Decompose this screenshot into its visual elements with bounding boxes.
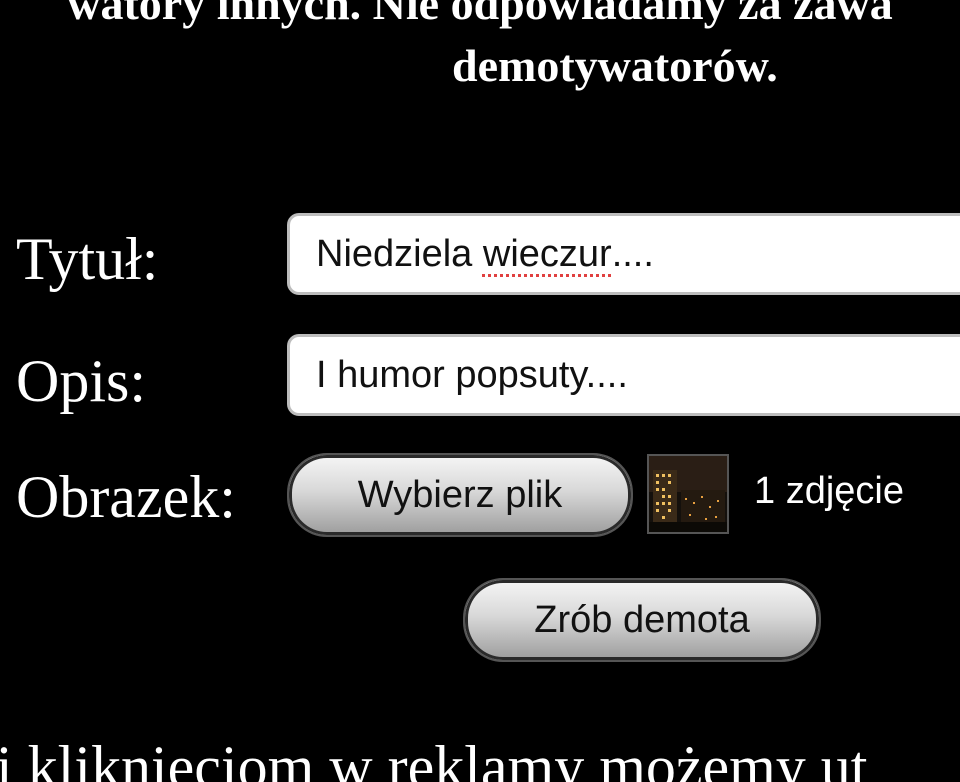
selected-file-count: 1 zdjęcie (754, 470, 904, 512)
top-notice-line: watory innych. Nie odpowiadamy za zawa (67, 0, 893, 29)
image-label: Obrazek: (16, 464, 236, 530)
title-label: Tytuł: (16, 226, 159, 292)
title-input[interactable]: Niedziela wieczur.... (287, 213, 960, 295)
title-input-misspelled-word: wieczur (482, 232, 612, 275)
submit-demotivator-button[interactable]: Zrób demota (463, 578, 821, 662)
description-label: Opis: (16, 348, 147, 414)
top-notice-line-2: demotywatorów. (452, 40, 778, 91)
title-input-text-a: Niedziela (316, 232, 483, 275)
choose-file-button[interactable]: Wybierz plik (287, 453, 633, 537)
bottom-notice-line: i kliknięciom w reklamy możemy ut (0, 734, 868, 782)
title-input-text-c: .... (611, 232, 654, 275)
night-city-photo-thumbnail (647, 454, 729, 534)
description-input[interactable]: I humor popsuty.... (287, 334, 960, 416)
description-input-text: I humor popsuty.... (316, 353, 628, 396)
